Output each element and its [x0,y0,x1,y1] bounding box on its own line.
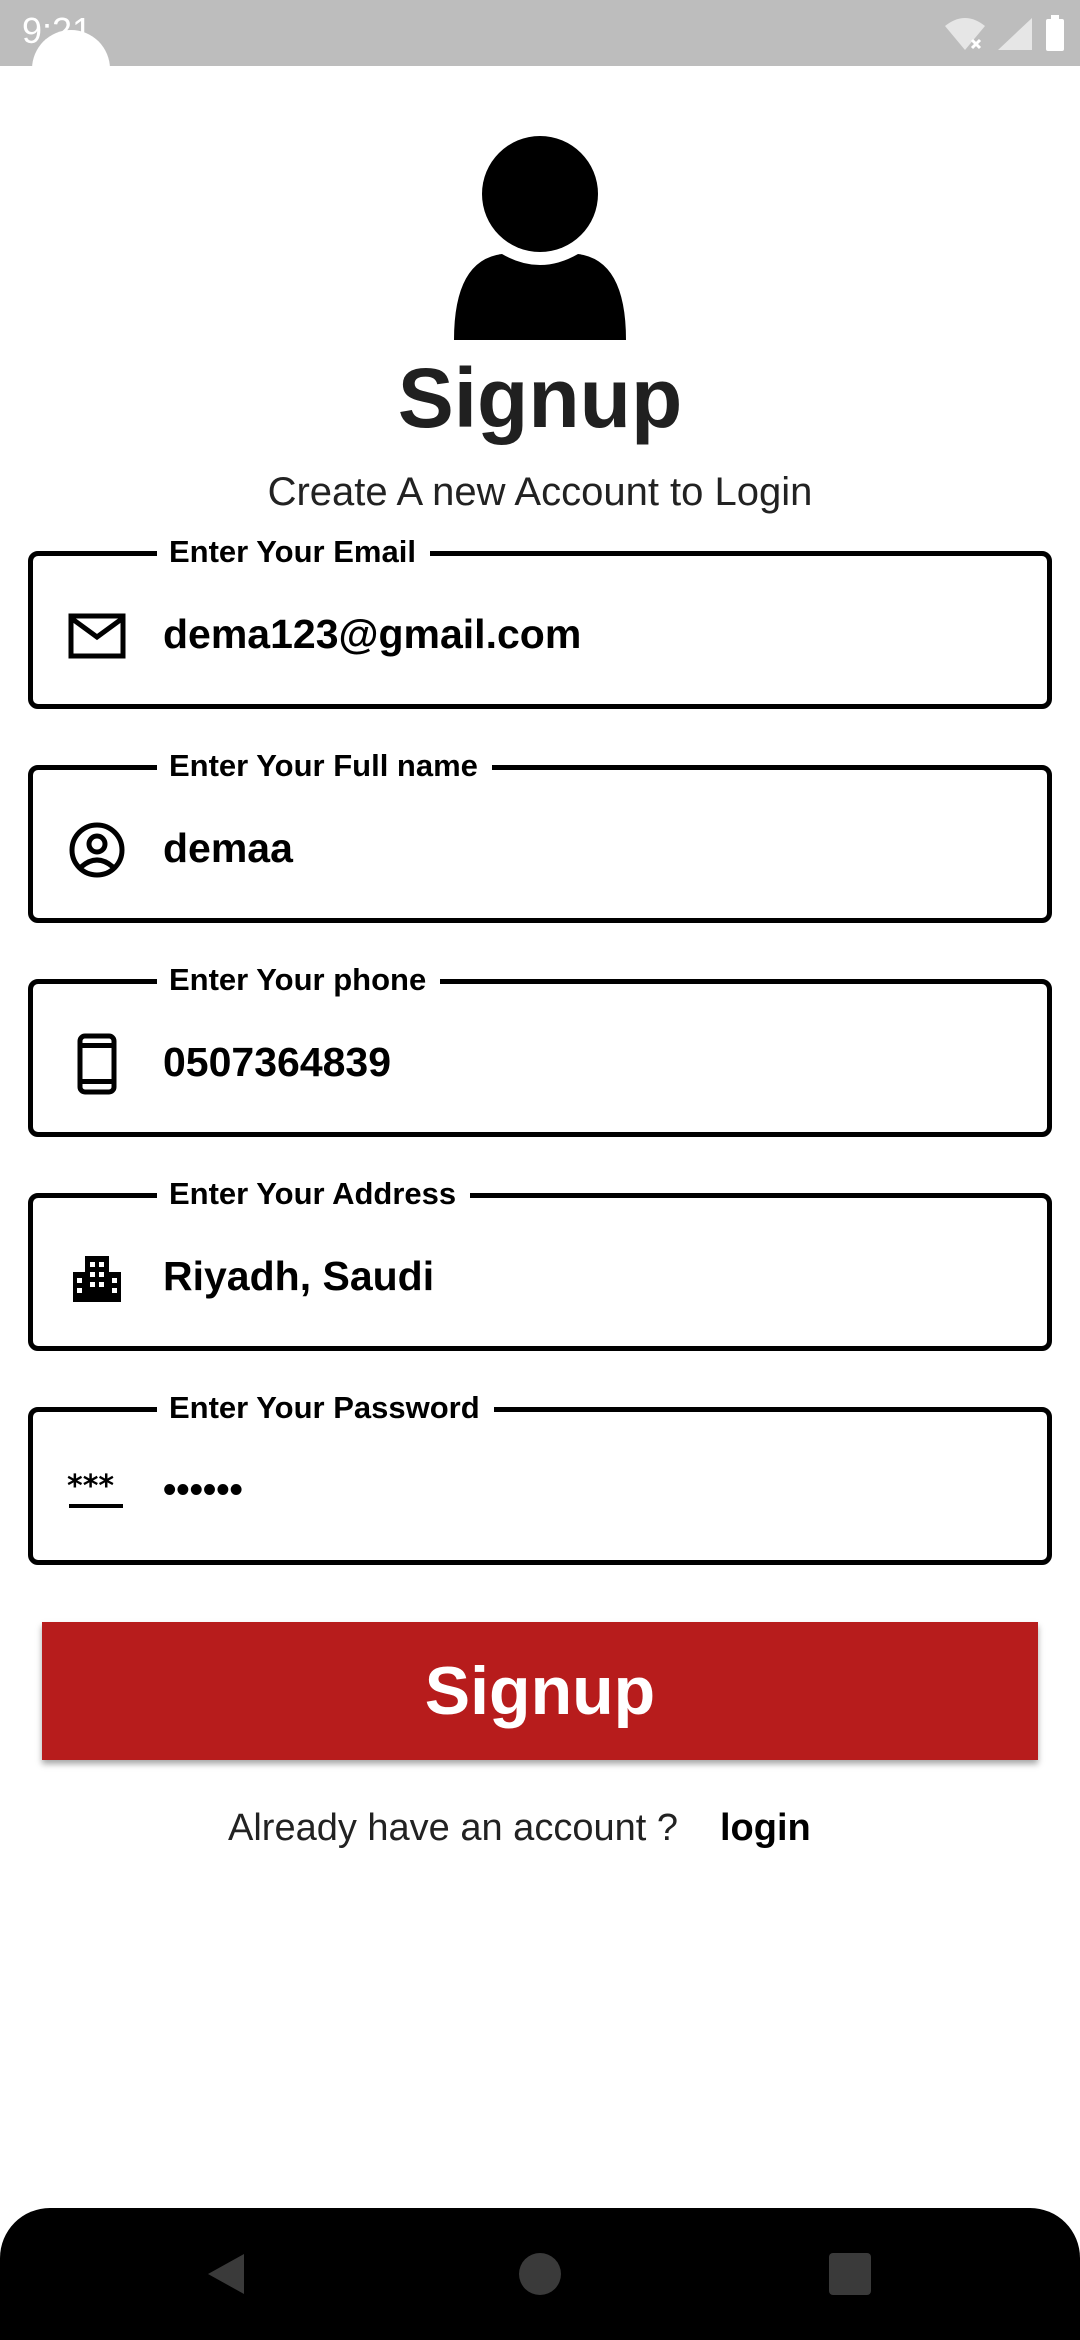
home-button[interactable] [480,2208,600,2340]
person-icon [454,136,626,340]
address-field[interactable]: Enter Your Address Riyadh, Saudi [28,1174,1052,1351]
address-label: Enter Your Address [157,1174,471,1214]
recents-icon [829,2253,871,2295]
login-link[interactable]: login [720,1800,811,1856]
phone-field[interactable]: Enter Your phone 0507364839 [28,960,1052,1137]
fullname-label: Enter Your Full name [157,746,492,786]
back-icon [208,2254,244,2294]
page-title: Signup [397,351,683,445]
email-label: Enter Your Email [157,532,430,572]
back-button[interactable] [166,2208,286,2340]
signal-icon [998,18,1032,50]
fullname-value[interactable]: demaa [163,818,293,878]
password-label: Enter Your Password [157,1388,494,1428]
password-icon: *** [67,1462,127,1522]
page-subtitle: Create A new Account to Login [267,470,813,514]
email-value[interactable]: dema123@gmail.com [163,604,581,664]
password-field[interactable]: Enter Your Password *** •••••• [28,1388,1052,1565]
status-time: 9:21 [22,10,93,51]
signup-button[interactable]: Signup [42,1622,1038,1760]
status-bar: 9:21 [0,0,1080,108]
address-value[interactable]: Riyadh, Saudi [163,1246,434,1306]
battery-icon [1046,15,1064,51]
home-icon [519,2253,561,2295]
mail-icon [67,606,127,666]
navigation-bar [0,2208,1080,2340]
account-circle-icon [67,820,127,880]
recents-button[interactable] [790,2208,910,2340]
wifi-off-icon [945,18,985,50]
fullname-field[interactable]: Enter Your Full name demaa [28,746,1052,923]
smartphone-icon [67,1033,127,1095]
phone-label: Enter Your phone [157,960,441,1000]
city-icon [67,1248,127,1308]
email-field[interactable]: Enter Your Email dema123@gmail.com [28,532,1052,709]
phone-value[interactable]: 0507364839 [163,1032,391,1092]
already-account-text: Already have an account ? [228,1807,678,1849]
status-icons [944,14,1066,54]
password-value[interactable]: •••••• [163,1460,243,1520]
svg-text:***: *** [67,1472,114,1504]
